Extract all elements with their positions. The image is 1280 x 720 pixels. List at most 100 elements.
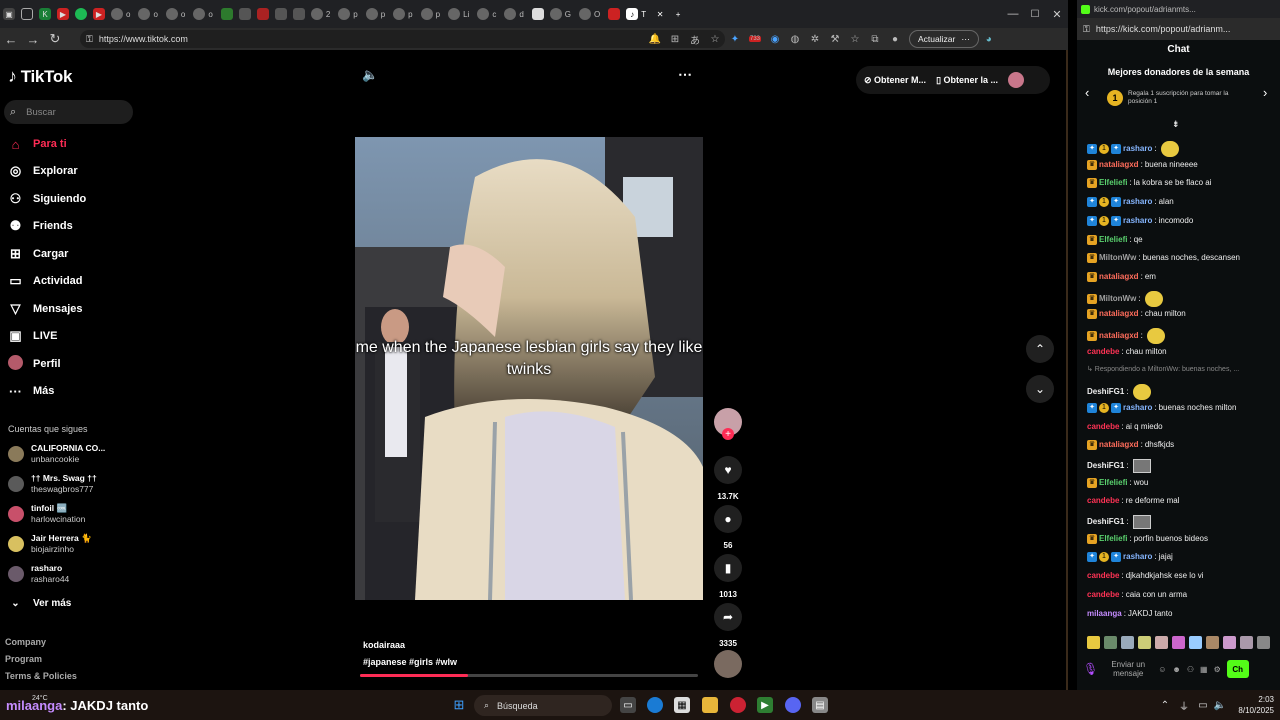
chat-message[interactable]: ♛ nataliagxd: — [1087, 328, 1275, 344]
previous-video-button[interactable]: ⌃ — [1026, 335, 1054, 363]
tab-favicon[interactable]: K — [39, 8, 51, 20]
footer-link-program[interactable]: Program — [5, 654, 42, 664]
volume-icon[interactable]: 🔈 — [362, 67, 378, 83]
tab-favicon[interactable] — [365, 8, 378, 20]
tab-favicon[interactable] — [504, 8, 517, 20]
close-window-icon[interactable]: ✕ — [1046, 3, 1068, 25]
tab-favicon[interactable] — [531, 8, 544, 20]
apps-icon[interactable]: ⊞ — [665, 30, 685, 48]
chat-message[interactable]: ♛ Elfeliefi: la kobra se be flaco ai — [1087, 178, 1275, 189]
recent-emote-icon[interactable] — [1206, 636, 1219, 649]
tab-favicon[interactable] — [448, 8, 461, 20]
recent-emote-icon[interactable] — [1155, 636, 1168, 649]
tab-favicon[interactable] — [338, 8, 351, 20]
chat-message[interactable]: ♛ MiltonWw: buenas noches, descansen — [1087, 253, 1275, 264]
tab-favicon[interactable] — [310, 8, 323, 20]
tab-label[interactable]: o — [153, 10, 157, 19]
chat-username[interactable]: MiltonWw — [1099, 253, 1136, 263]
chat-message[interactable]: candebe: ai q miedo — [1087, 422, 1275, 432]
tiktok-tab-icon[interactable]: ♪ — [626, 8, 639, 20]
chat-username[interactable]: DeshiFG1 — [1087, 387, 1124, 397]
recent-emote-icon[interactable] — [1104, 636, 1117, 649]
sidebar-item-perfil[interactable]: Perfil — [8, 354, 61, 374]
collections-icon[interactable]: ⧉ — [865, 30, 885, 48]
tab-favicon[interactable] — [420, 8, 433, 20]
taskbar-search[interactable]: ⌕ Búsqueda — [474, 695, 612, 716]
emote-picker-icon[interactable]: ☻ — [1172, 665, 1180, 674]
favorite-star-icon[interactable]: ☆ — [705, 30, 725, 48]
chat-username[interactable]: nataliagxd — [1099, 272, 1139, 282]
microphone-icon[interactable]: 🎙 — [1083, 662, 1098, 676]
more-options-icon[interactable]: ⋯ — [678, 66, 692, 83]
chat-username[interactable]: candebe — [1087, 347, 1119, 357]
chat-message[interactable]: ♛ Elfeliefi: wou — [1087, 477, 1275, 488]
media-app-icon[interactable]: ▶ — [757, 697, 773, 713]
chat-message[interactable]: ✦ 1 ✦ rasharo: incomodo — [1087, 215, 1275, 226]
chat-message[interactable]: DeshiFG1: — [1087, 384, 1275, 401]
recent-emote-icon[interactable] — [1240, 636, 1253, 649]
tab-favicon[interactable] — [138, 8, 151, 20]
recent-emote-icon[interactable] — [1189, 636, 1202, 649]
send-chat-button[interactable]: Ch — [1226, 660, 1249, 678]
tray-chevron-icon[interactable]: ⌃ — [1157, 697, 1173, 713]
chevron-left-icon[interactable]: ‹ — [1085, 85, 1089, 100]
chat-message[interactable]: ♛ nataliagxd: dhsfkjds — [1087, 440, 1275, 451]
window-menu-icon[interactable]: ▣ — [3, 8, 15, 20]
chat-username[interactable]: candebe — [1087, 590, 1119, 600]
chat-username[interactable]: rasharo — [1123, 144, 1152, 154]
chat-username[interactable]: nataliagxd — [1099, 160, 1139, 170]
followed-account[interactable]: CALIFORNIA CO... unbancookie — [8, 443, 105, 465]
task-view-icon[interactable]: ▭ — [620, 697, 636, 713]
chat-message[interactable]: candebe: caia con un arma — [1087, 590, 1275, 600]
translate-icon[interactable]: あ — [685, 30, 705, 48]
file-explorer-icon[interactable] — [702, 697, 718, 713]
close-tab-icon[interactable]: ✕ — [654, 8, 666, 20]
tab-favicon[interactable] — [220, 8, 233, 20]
notepad-icon[interactable]: ▤ — [812, 697, 828, 713]
network-icon[interactable]: ▭ — [1195, 697, 1211, 713]
user-avatar[interactable] — [1008, 72, 1025, 88]
chat-message[interactable]: candebe: chau milton — [1087, 347, 1275, 357]
chat-username[interactable]: MiltonWw — [1099, 294, 1136, 304]
get-app-button[interactable]: ▯ Obtener la ... — [936, 75, 998, 86]
tab-favicon[interactable] — [608, 8, 621, 20]
next-video-button[interactable]: ⌄ — [1026, 375, 1054, 403]
followed-account[interactable]: rasharo rasharo44 — [8, 563, 69, 585]
chat-message[interactable]: ♛ Elfeliefi: porfin buenos bideos — [1087, 533, 1275, 544]
chat-message[interactable]: ♛ MiltonWw: — [1087, 290, 1275, 307]
sidebar-item-friends[interactable]: ⚉ Friends — [8, 216, 73, 236]
chat-message[interactable]: ✦ 1 ✦ rasharo: alan — [1087, 197, 1275, 208]
like-button[interactable]: ♥ 13.7K — [714, 456, 742, 501]
chat-message[interactable]: ♛ nataliagxd: em — [1087, 271, 1275, 282]
favorites-icon[interactable]: ☆ — [845, 30, 865, 48]
sidebar-item-explorar[interactable]: ◎ Explorar — [8, 161, 78, 181]
chat-username[interactable]: milaanga — [1087, 609, 1122, 619]
video-hashtags[interactable]: #japanese #girls #wlw — [363, 657, 457, 667]
recent-emote-icon[interactable] — [1138, 636, 1151, 649]
site-info-icon[interactable]: ⚿ — [86, 34, 93, 45]
top-donor-slot[interactable]: 1 Regala 1 suscripción para tomar la pos… — [1107, 90, 1252, 106]
chat-message[interactable]: ♛ nataliagxd: chau milton — [1087, 309, 1275, 320]
share-button[interactable]: ➦ 3335 — [714, 603, 742, 648]
tab-label[interactable]: d — [519, 10, 523, 19]
recent-emote-icon[interactable] — [1087, 636, 1100, 649]
follow-plus-icon[interactable]: + — [722, 428, 734, 440]
forward-icon[interactable]: → — [22, 28, 44, 50]
tab-favicon[interactable] — [193, 8, 206, 20]
recent-emote-icon[interactable] — [1223, 636, 1236, 649]
tab-favicon[interactable] — [238, 8, 251, 20]
settings-gear-icon[interactable]: ⚙ — [1214, 665, 1221, 674]
chat-username[interactable]: DeshiFG1 — [1087, 517, 1124, 527]
search-input[interactable]: ⌕ Buscar — [4, 100, 133, 124]
extension-icon[interactable]: ✦ — [725, 30, 745, 48]
chat-message[interactable]: ♛ Elfeliefi: qe — [1087, 234, 1275, 245]
sidebar-item-cargar[interactable]: ⊞ Cargar — [8, 244, 68, 264]
store-app-icon[interactable]: ▦ — [674, 697, 690, 713]
tab-favicon[interactable] — [549, 8, 562, 20]
sidebar-item-para-ti[interactable]: ⌂ Para ti — [8, 134, 67, 154]
tab-favicon[interactable]: ▶ — [57, 8, 69, 20]
chat-message[interactable]: ✦ 1 ✦ rasharo: jajaj — [1087, 552, 1275, 563]
back-icon[interactable]: ← — [0, 28, 22, 50]
chat-username[interactable]: candebe — [1087, 496, 1119, 506]
chat-message[interactable]: DeshiFG1: — [1087, 458, 1275, 473]
